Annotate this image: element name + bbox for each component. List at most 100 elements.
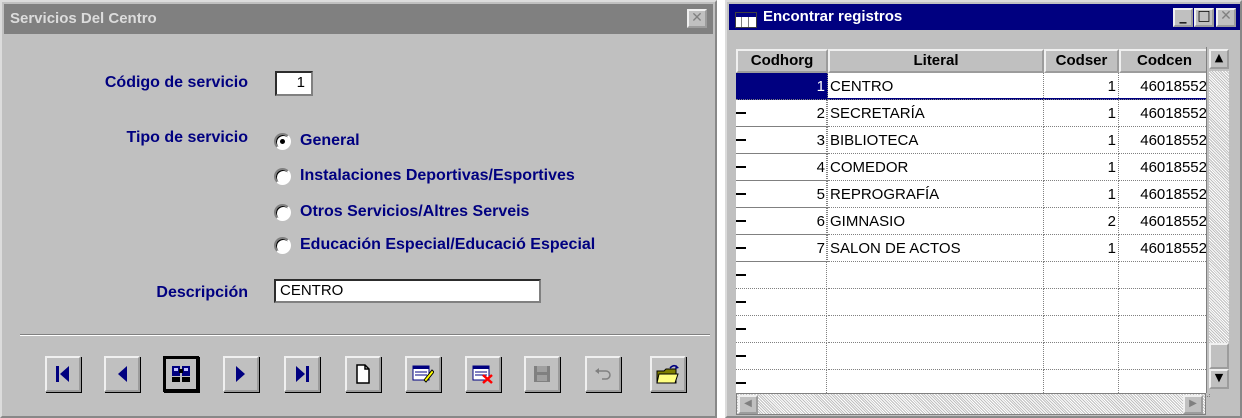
next-record-button[interactable] — [223, 356, 259, 392]
undo-icon — [595, 368, 611, 380]
edit-record-button[interactable] — [405, 356, 441, 392]
table-row-empty[interactable] — [736, 316, 1210, 343]
cell-codhorg[interactable]: 4 — [736, 154, 828, 181]
cell-literal[interactable]: BIBLIOTECA — [828, 127, 1044, 154]
cell-codhorg[interactable]: 3 — [736, 127, 828, 154]
exit-button[interactable] — [650, 356, 686, 392]
cell-codhorg[interactable]: 2 — [736, 100, 828, 127]
cell-codcen[interactable]: 46018552 — [1119, 100, 1210, 127]
first-record-button[interactable] — [45, 356, 81, 392]
cell-literal[interactable]: COMEDOR — [828, 154, 1044, 181]
cell-codcen[interactable]: 46018552 — [1119, 73, 1210, 100]
close-icon[interactable]: ✕ — [1216, 8, 1236, 27]
cell-codhorg[interactable]: 7 — [736, 235, 828, 262]
code-field[interactable]: 1 — [275, 71, 313, 96]
cell-codser[interactable]: 1 — [1044, 235, 1119, 262]
cell-codhorg[interactable]: 1 — [736, 73, 828, 100]
row-selector[interactable] — [736, 316, 827, 343]
cell-empty[interactable] — [1044, 343, 1119, 370]
cell-empty[interactable] — [828, 343, 1044, 370]
cell-empty[interactable] — [1044, 262, 1119, 289]
radio-button-checked[interactable] — [274, 132, 291, 150]
minimize-icon[interactable]: _ — [1173, 8, 1193, 27]
save-button[interactable] — [524, 356, 560, 392]
cell-codcen[interactable]: 46018552 — [1119, 181, 1210, 208]
column-header-codhorg[interactable]: Codhorg — [736, 49, 828, 73]
table-row[interactable]: 6 GIMNASIO 2 46018552 — [736, 208, 1210, 235]
cell-codser[interactable]: 2 — [1044, 208, 1119, 235]
radio-button[interactable] — [274, 236, 291, 254]
row-selector[interactable] — [736, 343, 827, 370]
first-record-icon — [56, 366, 69, 382]
find-icon — [172, 366, 190, 382]
cell-empty[interactable] — [1119, 262, 1210, 289]
scroll-right-icon[interactable]: ▶ — [1183, 395, 1203, 414]
radio-button[interactable] — [274, 203, 291, 221]
find-button[interactable] — [163, 356, 199, 392]
horizontal-scrollbar[interactable]: ◀ ▶ — [736, 393, 1206, 415]
cell-empty[interactable] — [1044, 289, 1119, 316]
cell-empty[interactable] — [1044, 316, 1119, 343]
cell-empty[interactable] — [1119, 316, 1210, 343]
cell-codser[interactable]: 1 — [1044, 181, 1119, 208]
table-row-empty[interactable] — [736, 289, 1210, 316]
cell-literal[interactable]: CENTRO — [828, 73, 1044, 100]
cell-codser[interactable]: 1 — [1044, 73, 1119, 100]
radio-otros[interactable]: Otros Servicios/Altres Serveis — [274, 201, 529, 223]
table-row[interactable]: 4 COMEDOR 1 46018552 — [736, 154, 1210, 181]
cell-codcen[interactable]: 46018552 — [1119, 208, 1210, 235]
radio-label: General — [300, 132, 360, 149]
column-header-codcen[interactable]: Codcen — [1119, 49, 1210, 73]
new-record-button[interactable] — [345, 356, 381, 392]
cell-codcen[interactable]: 46018552 — [1119, 127, 1210, 154]
cell-literal[interactable]: SECRETARÍA — [828, 100, 1044, 127]
table-row[interactable]: 3 BIBLIOTECA 1 46018552 — [736, 127, 1210, 154]
previous-record-button[interactable] — [104, 356, 140, 392]
last-record-button[interactable] — [284, 356, 320, 392]
table-row-empty[interactable] — [736, 343, 1210, 370]
finder-title-bar[interactable]: Encontrar registros _ □ ✕ — [729, 4, 1240, 30]
undo-button[interactable] — [585, 356, 621, 392]
radio-general[interactable]: General — [274, 130, 360, 152]
cell-literal[interactable]: GIMNASIO — [828, 208, 1044, 235]
form-title-bar[interactable]: Servicios Del Centro ✕ — [4, 4, 713, 34]
radio-button[interactable] — [274, 167, 291, 185]
row-selector[interactable] — [736, 289, 827, 316]
table-row[interactable]: 5 REPROGRAFÍA 1 46018552 — [736, 181, 1210, 208]
vertical-scrollbar[interactable]: ▲ ▼ — [1206, 47, 1230, 393]
scroll-left-icon[interactable]: ◀ — [738, 395, 758, 414]
close-icon[interactable]: ✕ — [687, 9, 707, 28]
row-selector[interactable] — [736, 262, 827, 289]
column-header-literal[interactable]: Literal — [828, 49, 1044, 73]
maximize-icon[interactable]: □ — [1194, 8, 1214, 27]
edit-record-icon — [412, 365, 434, 383]
cell-literal[interactable]: REPROGRAFÍA — [828, 181, 1044, 208]
cell-empty[interactable] — [828, 289, 1044, 316]
cell-empty[interactable] — [828, 316, 1044, 343]
description-field[interactable]: CENTRO — [274, 279, 541, 303]
table-row-selected[interactable]: 1 CENTRO 1 46018552 — [736, 73, 1210, 100]
cell-empty[interactable] — [1119, 343, 1210, 370]
cell-codcen[interactable]: 46018552 — [1119, 154, 1210, 181]
cell-codhorg[interactable]: 5 — [736, 181, 828, 208]
scroll-down-icon[interactable]: ▼ — [1209, 369, 1229, 389]
table-row[interactable]: 2 SECRETARÍA 1 46018552 — [736, 100, 1210, 127]
cell-codser[interactable]: 1 — [1044, 127, 1119, 154]
cell-empty[interactable] — [828, 262, 1044, 289]
cell-codser[interactable]: 1 — [1044, 154, 1119, 181]
table-row-empty[interactable] — [736, 262, 1210, 289]
scroll-up-icon[interactable]: ▲ — [1209, 49, 1229, 69]
cell-codser[interactable]: 1 — [1044, 100, 1119, 127]
column-header-codser[interactable]: Codser — [1044, 49, 1119, 73]
scroll-thumb[interactable] — [1209, 343, 1229, 369]
cell-literal[interactable]: SALON DE ACTOS — [828, 235, 1044, 262]
cell-codcen[interactable]: 46018552 — [1119, 235, 1210, 262]
delete-record-button[interactable] — [465, 356, 501, 392]
cell-empty[interactable] — [1119, 289, 1210, 316]
scroll-track[interactable] — [1209, 71, 1229, 357]
previous-record-icon — [118, 366, 127, 382]
radio-instalaciones[interactable]: Instalaciones Deportivas/Esportives — [274, 165, 575, 187]
radio-educacion[interactable]: Educación Especial/Educació Especial — [274, 234, 595, 256]
cell-codhorg[interactable]: 6 — [736, 208, 828, 235]
table-row[interactable]: 7 SALON DE ACTOS 1 46018552 — [736, 235, 1210, 262]
